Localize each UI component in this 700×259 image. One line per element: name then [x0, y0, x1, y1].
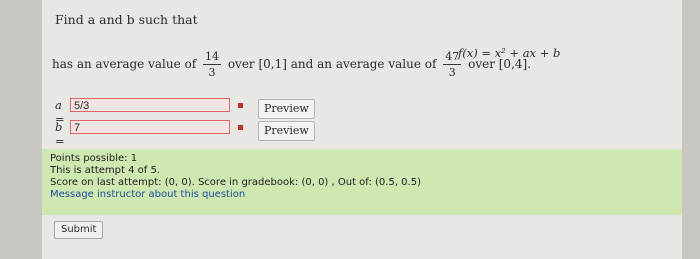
fraction-1-numerator: 14 [203, 50, 221, 65]
fraction-1-denominator: 3 [208, 66, 216, 79]
average-value-statement: has an average value of 14 3 over [0,1] … [52, 50, 531, 79]
incorrect-a-icon [238, 103, 243, 108]
fraction-2-denominator: 3 [448, 66, 456, 79]
attempt-count: This is attempt 4 of 5. [50, 165, 160, 176]
submit-button[interactable]: Submit [54, 221, 104, 239]
fraction-2-numerator: 47 [443, 50, 462, 65]
preview-b-button[interactable]: Preview [258, 121, 315, 141]
avg-text-1: has an average value of [52, 57, 197, 71]
answer-a-input[interactable]: 5/3 [70, 98, 230, 112]
preview-a-button[interactable]: Preview [258, 99, 315, 119]
last-attempt-score: Score on last attempt: (0, 0). Score in … [50, 177, 421, 188]
message-instructor-link[interactable]: Message instructor about this question [50, 189, 245, 200]
avg-text-3: over [0,4]. [468, 57, 532, 71]
answer-b-input[interactable]: 7 [70, 120, 230, 134]
attempt-info-box: Points possible: 1 This is attempt 4 of … [42, 149, 682, 215]
question-prompt: Find a and b such that [55, 12, 198, 27]
points-possible: Points possible: 1 [50, 153, 138, 164]
fraction-1: 14 3 [203, 50, 221, 79]
fraction-2: 47 3 [443, 50, 462, 79]
avg-text-2: over [0,1] and an average value of [227, 57, 437, 71]
incorrect-b-icon [238, 125, 243, 130]
